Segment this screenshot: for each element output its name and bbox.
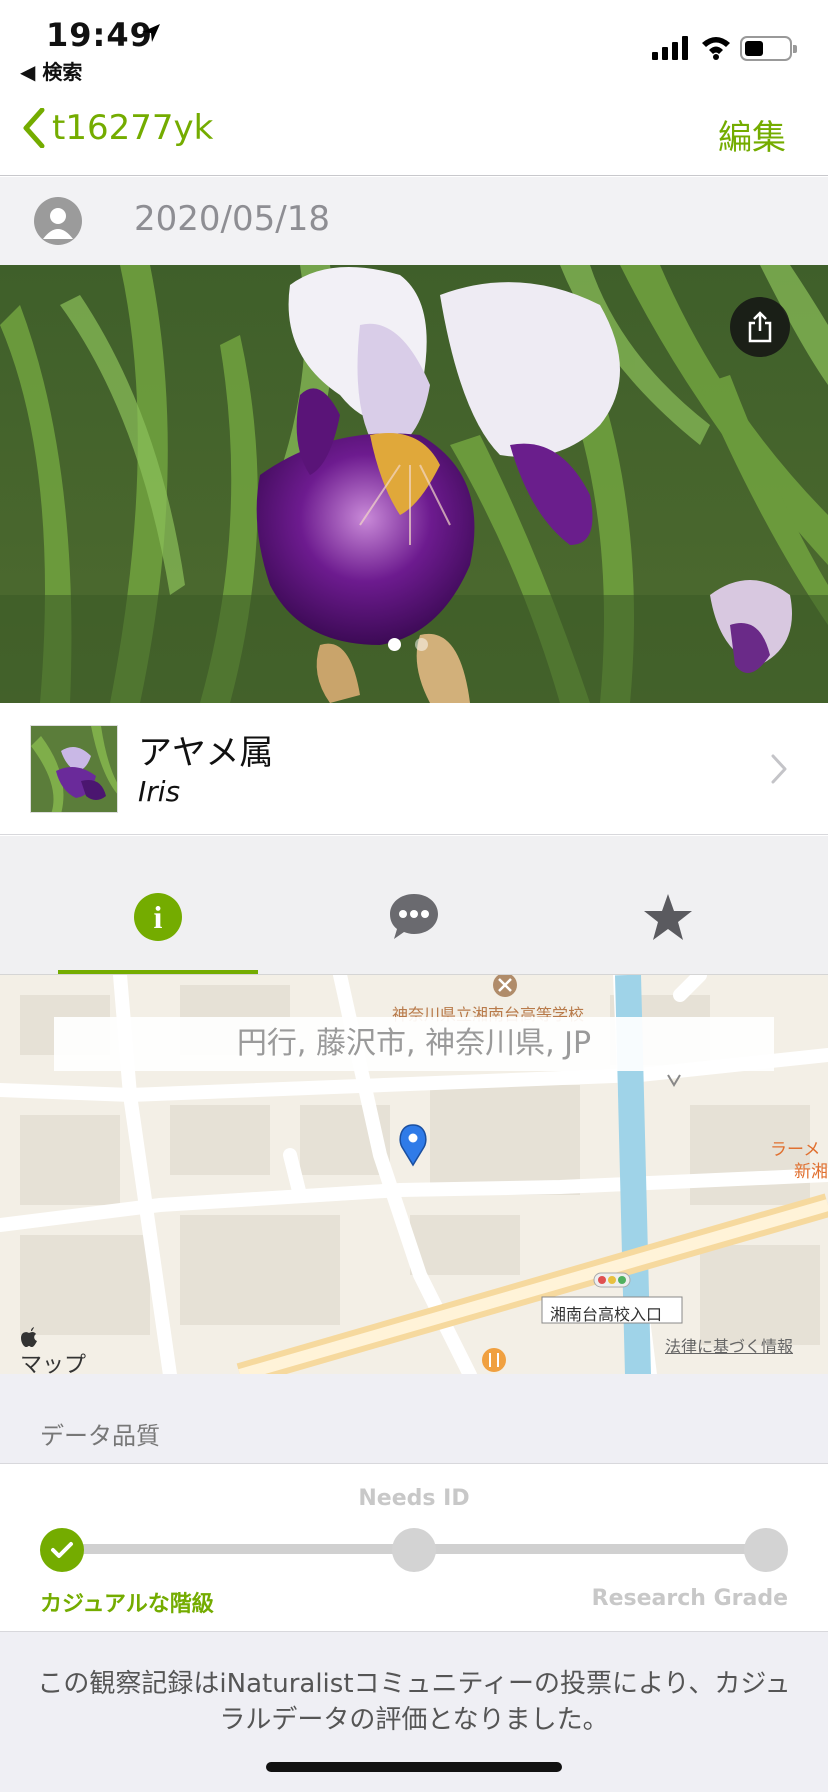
tab-comments[interactable] (324, 892, 504, 972)
navigation-bar: t16277yk 編集 (0, 88, 828, 176)
observer-row: 2020/05/18 (0, 177, 828, 265)
data-quality-title: データ品質 (40, 1422, 160, 1450)
back-to-app-link[interactable]: ◀ 検索 (20, 56, 82, 85)
research-grade-label: Research Grade (591, 1586, 788, 1611)
cellular-signal-icon (652, 36, 688, 60)
legal-link[interactable]: 法律に基づく情報 (665, 1333, 793, 1357)
needs-id-node (392, 1528, 436, 1572)
user-silhouette-icon (43, 208, 73, 239)
star-icon (644, 894, 692, 940)
observation-date: 2020/05/18 (134, 199, 330, 239)
edit-button[interactable]: 編集 (718, 110, 786, 159)
taxon-common-name: アヤメ属 (138, 733, 274, 773)
taxon-row[interactable]: アヤメ属 Iris (0, 703, 828, 835)
back-button-label: t16277yk (52, 108, 214, 148)
map-label-shin: 新湘 (794, 1162, 828, 1182)
apple-logo-icon (21, 1327, 37, 1347)
data-quality-description-text: この観察記録はiNaturalistコミュニティーの投票により、カジュラルデータ… (37, 1669, 791, 1735)
comment-icon (390, 894, 438, 939)
page-dot-active (388, 638, 401, 651)
map-label-bus-stop: 湘南台高校入口 (550, 1305, 663, 1324)
avatar[interactable] (34, 197, 82, 245)
wifi-icon (702, 37, 730, 60)
tab-info[interactable]: i (58, 892, 258, 976)
casual-node (40, 1528, 84, 1572)
detail-tabs: i (0, 836, 828, 976)
taxon-thumbnail (30, 725, 118, 813)
page-dot (415, 638, 428, 651)
needs-id-label: Needs ID (358, 1486, 470, 1511)
share-button[interactable] (730, 297, 790, 357)
taxon-scientific-name: Iris (138, 775, 181, 808)
apple-maps-logo: マップ (20, 1327, 86, 1374)
svg-text:i: i (154, 899, 163, 935)
data-quality-header: データ品質 (0, 1374, 828, 1464)
photo-page-indicator (388, 638, 428, 651)
home-indicator[interactable] (266, 1762, 562, 1772)
chevron-left-icon (23, 108, 45, 148)
casual-label: カジュアルな階級 (40, 1592, 214, 1617)
status-time: 19:49 (46, 16, 153, 54)
research-grade-node (744, 1528, 788, 1572)
tab-favorites[interactable] (578, 892, 758, 972)
checkmark-icon (51, 1542, 73, 1558)
chevron-right-icon (771, 754, 787, 784)
back-button[interactable]: t16277yk (22, 108, 213, 148)
share-icon (748, 311, 772, 343)
battery-icon (740, 36, 797, 61)
data-quality-meter: Needs ID カジュアルな階級 Research Grade (0, 1464, 828, 1632)
place-guess: 円行, 藤沢市, 神奈川県, JP (54, 1017, 774, 1071)
maps-logo-text: マップ (20, 1353, 87, 1374)
status-bar: 19:49 ◀ 検索 (0, 0, 828, 88)
info-icon: i (134, 893, 182, 941)
location-map[interactable]: 神奈川県立湘南台高等学校 円行, 藤沢市, 神奈川県, JP ラーメ 新湘 湘南… (0, 974, 828, 1374)
location-arrow-icon (142, 24, 160, 42)
